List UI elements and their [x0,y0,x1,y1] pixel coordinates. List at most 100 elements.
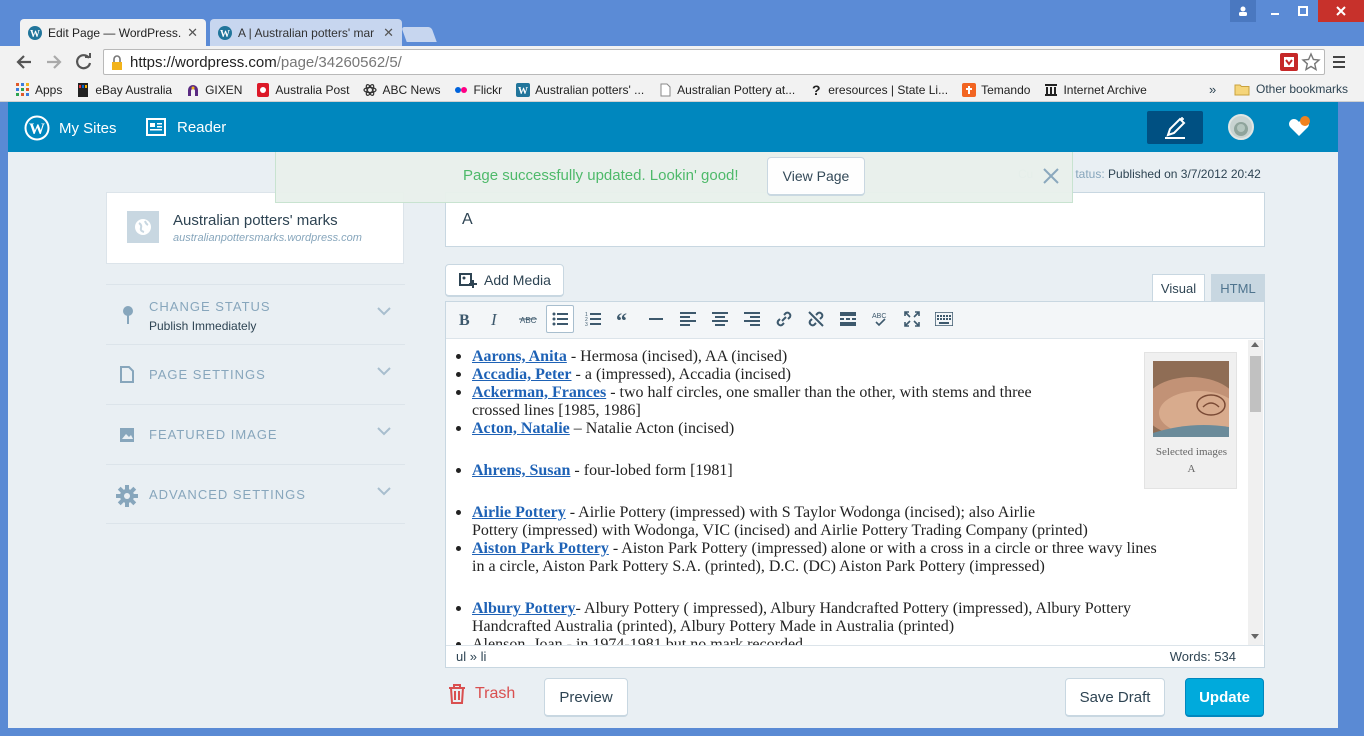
blockquote-icon[interactable]: “ [610,305,638,333]
list-item[interactable]: Ahrens, Susan - four-lobed form [1981] [472,462,1242,480]
toolbar-toggle-icon[interactable] [930,305,958,333]
entry-link[interactable]: Ackerman, Frances [472,384,606,401]
bookmark-eresources[interactable]: ? eresources | State Li... [809,83,948,97]
window-border-right [1338,102,1364,736]
list-item[interactable]: Albury Pottery- Albury Pottery ( impress… [472,600,1242,618]
pin-icon [122,305,134,325]
tab-edit-page[interactable]: W Edit Page — WordPress.co ✕ [20,19,206,46]
italic-icon[interactable]: I [482,305,510,333]
entry-link[interactable]: Airlie Pottery [472,504,566,521]
bookmark-australian-pottery[interactable]: Australian Pottery at... [658,83,795,97]
bookmark-apps[interactable]: Apps [16,82,63,97]
trash-button[interactable]: Trash [448,684,515,704]
list-item[interactable]: Acton, Natalie – Natalie Acton (incised) [472,420,1242,438]
numbered-list-icon[interactable]: 123 [579,305,607,333]
editor-body[interactable]: Aarons, Anita - Hermosa (incised), AA (i… [446,340,1248,645]
align-left-icon[interactable] [674,305,702,333]
bullet-list-icon[interactable] [546,305,574,333]
minimize-icon[interactable] [1262,0,1288,22]
entry-link[interactable]: Ahrens, Susan [472,462,570,479]
view-page-button[interactable]: View Page [767,157,865,196]
featured-image-section[interactable]: FEATURED IMAGE [106,404,405,464]
horizontal-line-icon[interactable] [642,305,670,333]
close-notice-icon[interactable] [1042,167,1060,185]
menu-icon[interactable] [1331,54,1347,70]
bookmark-internet-archive[interactable]: Internet Archive [1044,83,1147,97]
address-bar[interactable]: https://wordpress.com/page/34260562/5/ [103,49,1325,75]
reload-icon[interactable] [74,52,94,72]
unlink-icon[interactable] [802,305,830,333]
advanced-settings-section[interactable]: ADVANCED SETTINGS [106,464,405,524]
tab-visual[interactable]: Visual [1152,274,1205,302]
save-draft-button[interactable]: Save Draft [1065,678,1165,717]
bookmark-australian-potters[interactable]: W Australian potters' ... [516,82,644,97]
svg-text:W: W [30,29,40,40]
link-icon[interactable] [770,305,798,333]
tab-title: A | Australian potters' mar [238,25,375,40]
editor-scrollbar[interactable] [1248,340,1263,645]
list-item[interactable]: Ackerman, Frances - two half circles, on… [472,384,1242,402]
tab-australian-potters[interactable]: W A | Australian potters' mar ✕ [210,19,402,46]
close-window-icon[interactable] [1318,0,1364,22]
forward-icon[interactable] [44,52,64,72]
bookmark-star-icon[interactable] [1301,52,1321,72]
bookmark-temando[interactable]: Temando [962,82,1030,97]
tab-html[interactable]: HTML [1211,274,1265,302]
wordpress-logo-icon: W [24,115,50,141]
element-path[interactable]: ul » li [456,649,486,664]
more-bookmarks-button[interactable]: » [1209,82,1216,97]
spellcheck-icon[interactable]: ABC [866,305,894,333]
back-icon[interactable] [14,52,34,72]
add-media-button[interactable]: Add Media [445,264,564,297]
scroll-down-icon[interactable] [1251,634,1259,639]
other-bookmarks-folder[interactable]: Other bookmarks [1234,82,1348,96]
align-center-icon[interactable] [706,305,734,333]
user-profile-icon[interactable] [1230,0,1256,22]
bookmark-flickr[interactable]: Flickr [454,83,502,97]
bookmark-ebay[interactable]: eBay Australia [76,82,172,97]
scroll-thumb[interactable] [1250,356,1261,412]
close-tab-icon[interactable]: ✕ [187,25,198,41]
bold-icon[interactable]: B [450,305,478,333]
list-item[interactable]: Alenson, Joan - in 1974-1981 but no mark… [472,636,1242,645]
bookmark-gixen[interactable]: GIXEN [186,83,242,97]
update-button[interactable]: Update [1185,678,1264,717]
list-item[interactable]: Aiston Park Pottery - Aiston Park Potter… [472,540,1242,558]
list-bullet [456,546,461,551]
list-item[interactable]: Aarons, Anita - Hermosa (incised), AA (i… [472,348,1242,366]
strikethrough-icon[interactable]: ABC [514,305,542,333]
list-item[interactable]: Airlie Pottery - Airlie Pottery (impress… [472,504,1242,522]
list-item[interactable]: Accadia, Peter - a (impressed), Accadia … [472,366,1242,384]
entry-link[interactable]: Aiston Park Pottery [472,540,609,557]
entry-link[interactable]: Accadia, Peter [472,366,572,383]
notifications-icon[interactable] [1286,114,1312,140]
bookmark-label: GIXEN [205,82,243,97]
close-tab-icon[interactable]: ✕ [383,25,394,41]
status-label: tatus: [1075,167,1105,181]
gallery-thumbnail[interactable]: Selected images A [1144,352,1237,489]
user-avatar[interactable] [1228,114,1254,140]
write-post-button[interactable] [1147,111,1203,144]
maximize-icon[interactable] [1290,0,1316,22]
scroll-up-icon[interactable] [1251,342,1259,347]
page-settings-section[interactable]: PAGE SETTINGS [106,344,405,404]
my-sites-link[interactable]: W My Sites [24,115,117,141]
new-tab-button[interactable] [401,27,437,42]
fullscreen-icon[interactable] [898,305,926,333]
reader-link[interactable]: Reader [145,116,226,138]
change-status-section[interactable]: CHANGE STATUS Publish Immediately [106,284,405,344]
archive-icon [1044,83,1058,97]
extension-icon[interactable] [1280,53,1298,71]
globe-icon [127,211,159,243]
entry-link[interactable]: Aarons, Anita [472,348,567,365]
preview-button[interactable]: Preview [544,678,628,717]
entry-link[interactable]: Albury Pottery [472,600,576,617]
bookmark-abc-news[interactable]: ABC News [363,83,440,97]
temando-icon [962,82,977,97]
align-right-icon[interactable] [738,305,766,333]
entry-link[interactable]: Acton, Natalie [472,420,570,437]
read-more-icon[interactable] [834,305,862,333]
bookmark-label: Apps [35,82,63,97]
bookmark-australia-post[interactable]: Australia Post [256,82,349,97]
entry-text: – Natalie Acton (incised) [569,420,735,437]
